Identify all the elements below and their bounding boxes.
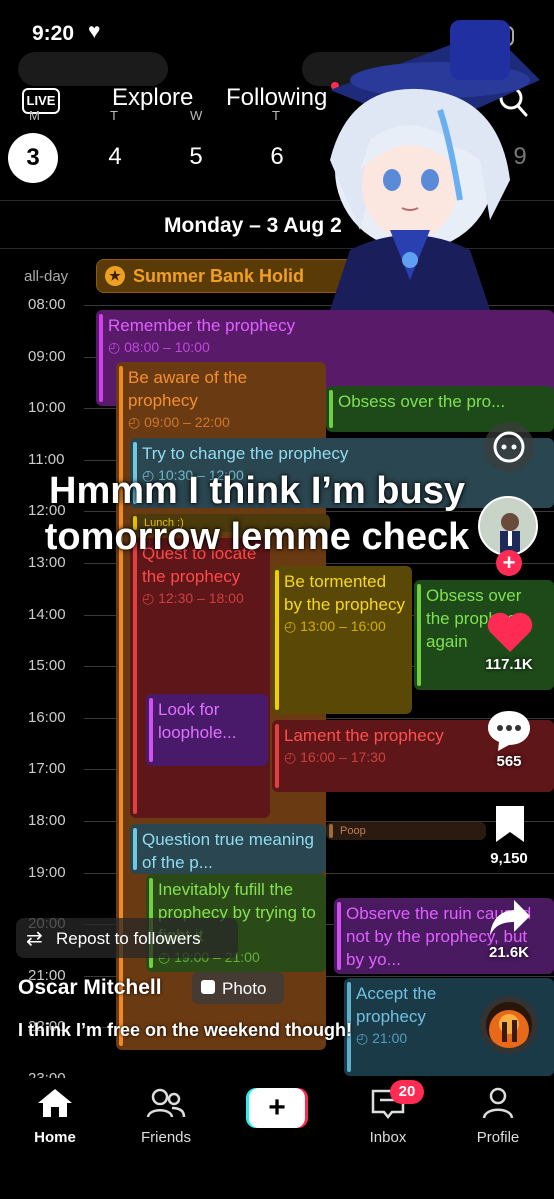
hour-label: 16:00 xyxy=(28,708,66,726)
follow-plus-icon[interactable]: + xyxy=(496,550,522,576)
tab-explore[interactable]: Explore xyxy=(112,84,193,112)
clock-icon: ◴ xyxy=(284,749,301,765)
weekday-letter: T xyxy=(110,108,118,123)
weekday-letter: T xyxy=(272,108,280,123)
like-heart-icon[interactable] xyxy=(486,610,534,654)
clock-icon: ◴ xyxy=(142,590,159,606)
date-cell[interactable]: 4 xyxy=(95,143,135,171)
hour-label: 08:00 xyxy=(28,296,66,313)
event-tormented[interactable]: Be tormented by the prophecy ◴ 13:00 – 1… xyxy=(272,566,412,714)
post-description: I think I’m free on the weekend though! xyxy=(18,1020,353,1040)
hour-label: 17:00 xyxy=(28,760,66,778)
nav-profile[interactable]: Profile xyxy=(458,1086,538,1146)
date-cell[interactable]: 5 xyxy=(176,143,216,171)
share-count: 21.6K xyxy=(488,944,530,961)
hour-label: 11:00 xyxy=(28,450,65,468)
bookmark-icon[interactable] xyxy=(494,804,526,844)
event-question[interactable]: Question true meaning of the p... xyxy=(130,824,326,874)
hour-label: 10:00 xyxy=(28,399,66,417)
nav-friends[interactable]: Friends xyxy=(126,1086,206,1146)
calendar-top-pill-left xyxy=(18,52,168,86)
friends-icon xyxy=(146,1088,186,1118)
event-loophole[interactable]: Look for loophole... xyxy=(146,694,268,766)
like-count: 117.1K xyxy=(485,656,533,673)
photo-badge: Photo xyxy=(192,972,284,1004)
save-count: 9,150 xyxy=(490,850,528,867)
repost-label: Repost to followers xyxy=(56,929,201,948)
star-icon: ★ xyxy=(105,266,125,286)
profile-icon xyxy=(482,1087,514,1119)
plus-icon: + xyxy=(249,1088,305,1128)
creator-avatar[interactable] xyxy=(478,496,538,556)
date-selected[interactable]: 3 xyxy=(8,133,58,183)
heart-status-icon: ♥ xyxy=(88,20,101,43)
nav-inbox[interactable]: Inbox 20 xyxy=(348,1080,428,1146)
clock-icon: ◴ xyxy=(128,414,145,430)
live-icon[interactable]: LIVE xyxy=(22,88,60,114)
share-arrow-icon[interactable] xyxy=(488,898,532,938)
bottom-nav: Home Friends + Inbox 20 Profile xyxy=(0,1078,554,1199)
clock-icon: ◴ xyxy=(108,339,125,355)
caption-line-1: Hmmm I think I’m busy xyxy=(49,470,465,512)
allday-label: all-day xyxy=(24,268,69,285)
comment-bot-button[interactable] xyxy=(484,422,534,472)
hour-label: 14:00 xyxy=(28,605,66,623)
create-button[interactable]: + xyxy=(237,1088,317,1128)
hour-label: 09:00 xyxy=(28,347,66,365)
repost-pill[interactable]: ⇄ Repost to followers xyxy=(16,918,238,958)
hour-label: 19:00 xyxy=(28,863,66,881)
photo-icon xyxy=(201,980,215,994)
comment-icon[interactable] xyxy=(486,708,532,752)
hour-label: 15:00 xyxy=(28,657,66,675)
home-icon xyxy=(38,1089,72,1117)
comment-count: 565 xyxy=(496,753,522,770)
clock-icon: ◴ xyxy=(356,1030,373,1046)
character-sticker-image xyxy=(330,20,540,310)
chat-bubble-icon xyxy=(493,431,525,463)
nav-home[interactable]: Home xyxy=(15,1086,95,1146)
author-name[interactable]: Oscar Mitchell xyxy=(18,976,162,1000)
weekday-letter: M xyxy=(29,108,40,123)
status-time: 9:20 xyxy=(32,22,75,45)
hour-label: 18:00 xyxy=(28,812,66,829)
event-poop[interactable]: Poop xyxy=(326,822,486,840)
repost-icon: ⇄ xyxy=(26,928,43,950)
music-disc[interactable] xyxy=(480,996,538,1054)
inbox-badge: 20 xyxy=(390,1080,424,1104)
caption-line-2: tomorrow lemme check xyxy=(44,516,470,558)
weekday-letter: W xyxy=(190,108,203,123)
clock-icon: ◴ xyxy=(284,618,301,634)
event-quest[interactable]: Quest to locate the prophecy ◴ 12:30 – 1… xyxy=(130,538,270,818)
